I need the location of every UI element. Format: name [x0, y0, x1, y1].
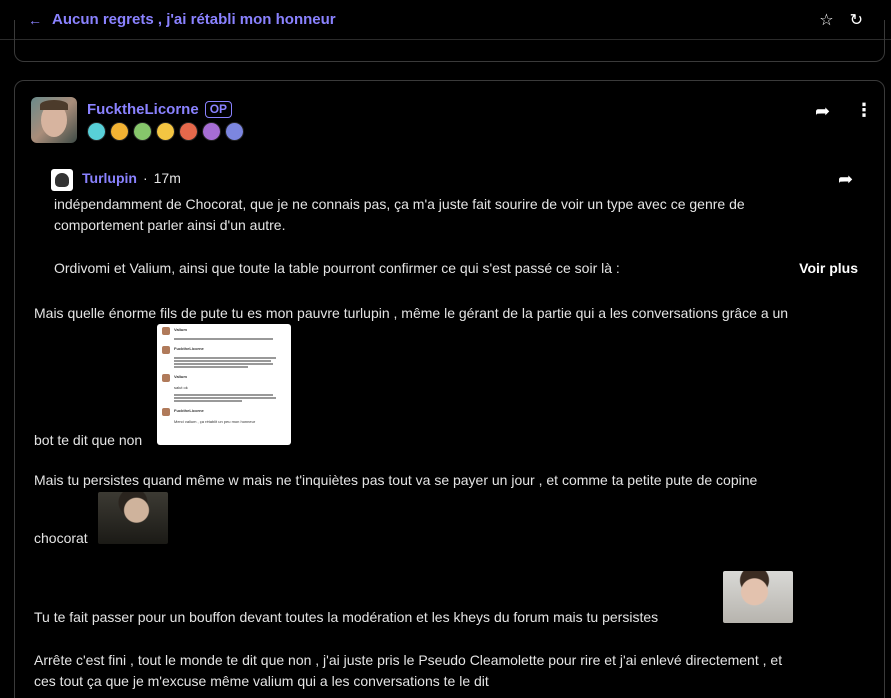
quote-separator: · [142, 170, 148, 186]
quote-line: comportement parler ainsi d'un autre. [54, 217, 286, 233]
ss-text-line [174, 400, 243, 402]
ss-message: Valium [162, 327, 286, 335]
ss-text-line [174, 366, 249, 368]
ss-text-line [174, 394, 274, 396]
quote-author-name[interactable]: Turlupin [82, 170, 137, 186]
quote-line: Ordivomi et Valium, ainsi que toute la t… [54, 260, 620, 276]
ss-message: Valium [162, 374, 286, 382]
badge-icon[interactable] [133, 122, 152, 141]
quote-avatar[interactable] [51, 169, 73, 191]
ss-reply: salut ok [174, 385, 188, 390]
post-paragraph: Mais quelle énorme fils de pute tu es mo… [34, 305, 789, 321]
post-card: FucktheLicorne OP ➦ ⋮ Turlupin · 17m ➦ i… [14, 80, 885, 698]
share-icon[interactable]: ➦ [815, 101, 830, 122]
ss-message: FucktheLicorne [162, 346, 286, 354]
sticker-image[interactable] [723, 571, 793, 623]
post-author: FucktheLicorne OP [87, 101, 233, 118]
author-name[interactable]: FucktheLicorne [87, 101, 199, 118]
badge-icon[interactable] [156, 122, 175, 141]
post-paragraph: ces tout ça que je m'excuse même valium … [34, 673, 489, 689]
ss-reply: Merci valium , ça rétablit un peu mon ho… [174, 419, 256, 424]
ss-text-line [174, 338, 274, 340]
ss-message: FucktheLicorne [162, 408, 286, 416]
badge-icon[interactable] [110, 122, 129, 141]
ss-name: FucktheLicorne [174, 346, 204, 351]
post-paragraph: chocorat [34, 530, 88, 546]
previous-post-card [14, 20, 885, 62]
ss-avatar [162, 374, 170, 382]
quote-share-icon[interactable]: ➦ [838, 169, 853, 190]
post-paragraph: Mais tu persistes quand même w mais ne t… [34, 472, 758, 488]
ss-text-line [174, 363, 274, 365]
voir-plus-button[interactable]: Voir plus [799, 260, 858, 276]
quote-line: indépendamment de Chocorat, que je ne co… [54, 196, 745, 212]
ss-text-line [174, 360, 271, 362]
op-badge: OP [204, 101, 233, 118]
badge-icon[interactable] [87, 122, 106, 141]
avatar-hair [40, 100, 68, 110]
quote-time: 17m [153, 170, 181, 186]
post-paragraph: Tu te fait passer pour un bouffon devant… [34, 609, 659, 625]
ss-avatar [162, 327, 170, 335]
badge-icon[interactable] [179, 122, 198, 141]
ss-avatar [162, 408, 170, 416]
post-paragraph: bot te dit que non [34, 432, 143, 448]
ss-text-line [174, 397, 276, 399]
user-badges [87, 122, 244, 141]
ss-name: Valium [174, 374, 187, 379]
post-paragraph: Arrête c'est fini , tout le monde te dit… [34, 652, 783, 668]
quote-header: Turlupin · 17m [82, 170, 181, 186]
ss-name: Valium [174, 327, 187, 332]
quote-avatar-image [55, 173, 69, 187]
ss-name: FucktheLicorne [174, 408, 204, 413]
ss-text-line [174, 357, 276, 359]
badge-icon[interactable] [202, 122, 221, 141]
author-avatar[interactable] [31, 97, 77, 143]
badge-icon[interactable] [225, 122, 244, 141]
ss-avatar [162, 346, 170, 354]
more-options-icon[interactable]: ⋮ [855, 100, 873, 121]
sticker-image[interactable] [98, 492, 168, 544]
conversation-screenshot-image[interactable]: Valium FucktheLicorne Valium salut ok Fu… [157, 324, 291, 445]
